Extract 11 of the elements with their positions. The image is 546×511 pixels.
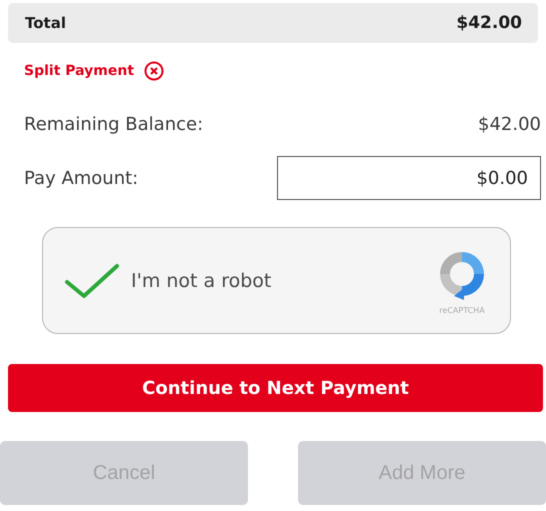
captcha-label: I'm not a robot bbox=[131, 270, 272, 292]
split-payment-label: Split Payment bbox=[24, 63, 134, 79]
recaptcha-text: reCAPTCHA bbox=[439, 306, 485, 315]
row-value: $42.00 bbox=[478, 114, 541, 134]
row-label: Remaining Balance: bbox=[24, 114, 204, 134]
continue-button[interactable]: Continue to Next Payment bbox=[8, 364, 543, 412]
total-amount: $42.00 bbox=[456, 13, 522, 33]
pay-amount-field[interactable]: $0.00 bbox=[277, 156, 541, 200]
row-label: Pay Amount: bbox=[24, 168, 138, 188]
total-label: Total bbox=[25, 14, 66, 32]
close-icon[interactable] bbox=[144, 61, 164, 81]
